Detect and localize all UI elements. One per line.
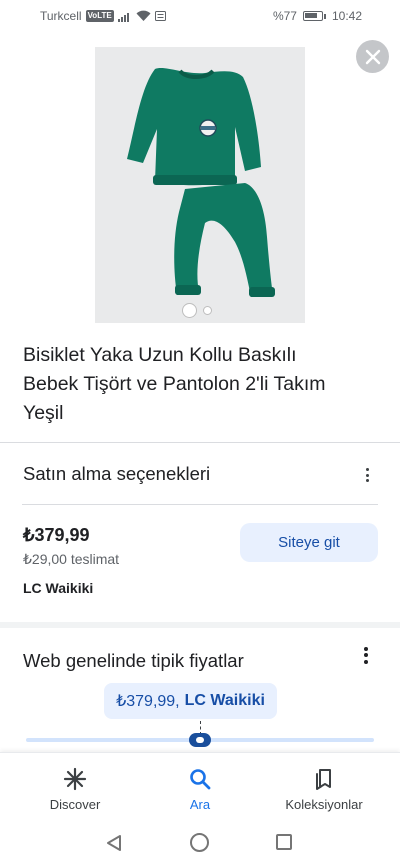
wifi-icon: [136, 10, 151, 21]
merchant-name[interactable]: LC Waikiki: [23, 580, 93, 596]
shipping-cost: ₺29,00 teslimat: [23, 551, 120, 567]
battery-cap: [323, 13, 326, 19]
asterisk-icon: [63, 767, 87, 791]
battery-icon: [302, 11, 323, 21]
product-title: Bisiklet Yaka Uzun Kollu Baskılı Bebek T…: [23, 344, 326, 424]
section-separator: [0, 622, 400, 628]
go-to-site-button[interactable]: Siteye git: [240, 523, 378, 562]
nav-discover-label: Discover: [49, 797, 101, 812]
image-pagination: [182, 303, 212, 318]
more-options-icon[interactable]: [356, 645, 376, 665]
green-baby-set-image: [127, 68, 275, 297]
price-tooltip-chip: ₺379,99, LC Waikiki: [104, 683, 277, 719]
close-icon: [365, 49, 380, 64]
search-icon: [190, 769, 211, 790]
recent-apps-icon[interactable]: [276, 834, 292, 850]
pagination-dot-active[interactable]: [182, 303, 197, 318]
volte-badge: VoLTE: [85, 10, 114, 22]
status-left: Turkcell VoLTE: [40, 9, 166, 23]
signal-icon: [117, 12, 129, 22]
bookmarks-icon: [316, 769, 331, 790]
status-bar: Turkcell VoLTE %77 10:42: [0, 0, 400, 32]
status-right: %77 10:42: [273, 9, 362, 23]
nav-collections[interactable]: Koleksiyonlar: [274, 767, 374, 812]
more-options-icon[interactable]: [357, 465, 377, 485]
price-marker-knob[interactable]: [189, 733, 211, 747]
knob-center: [196, 737, 204, 743]
product-image[interactable]: [95, 47, 305, 323]
offer-price: ₺379,99: [23, 525, 90, 545]
back-icon[interactable]: [106, 834, 122, 852]
chip-price: ₺379,99,: [116, 693, 180, 710]
typical-prices-title: Web genelinde tipik fiyatlar: [23, 650, 244, 671]
chip-merchant: LC Waikiki: [184, 692, 265, 709]
nav-search-label: Ara: [189, 797, 211, 812]
carrier-name: Turkcell: [40, 9, 82, 23]
battery-percent: %77: [272, 9, 297, 23]
clock: 10:42: [331, 9, 362, 23]
pagination-dot[interactable]: [203, 306, 212, 315]
bottom-navigation: Discover Ara Koleksiyonlar: [0, 752, 400, 819]
divider: [22, 504, 378, 505]
nav-collections-label: Koleksiyonlar: [285, 797, 363, 812]
close-button[interactable]: [356, 40, 389, 73]
nav-search[interactable]: Ara: [150, 767, 250, 812]
home-icon[interactable]: [190, 833, 209, 852]
nav-discover[interactable]: Discover: [25, 767, 125, 812]
system-navigation: [0, 819, 400, 866]
divider: [0, 442, 400, 443]
notification-icon: [154, 11, 166, 21]
purchase-options-title: Satın alma seçenekleri: [23, 463, 211, 484]
